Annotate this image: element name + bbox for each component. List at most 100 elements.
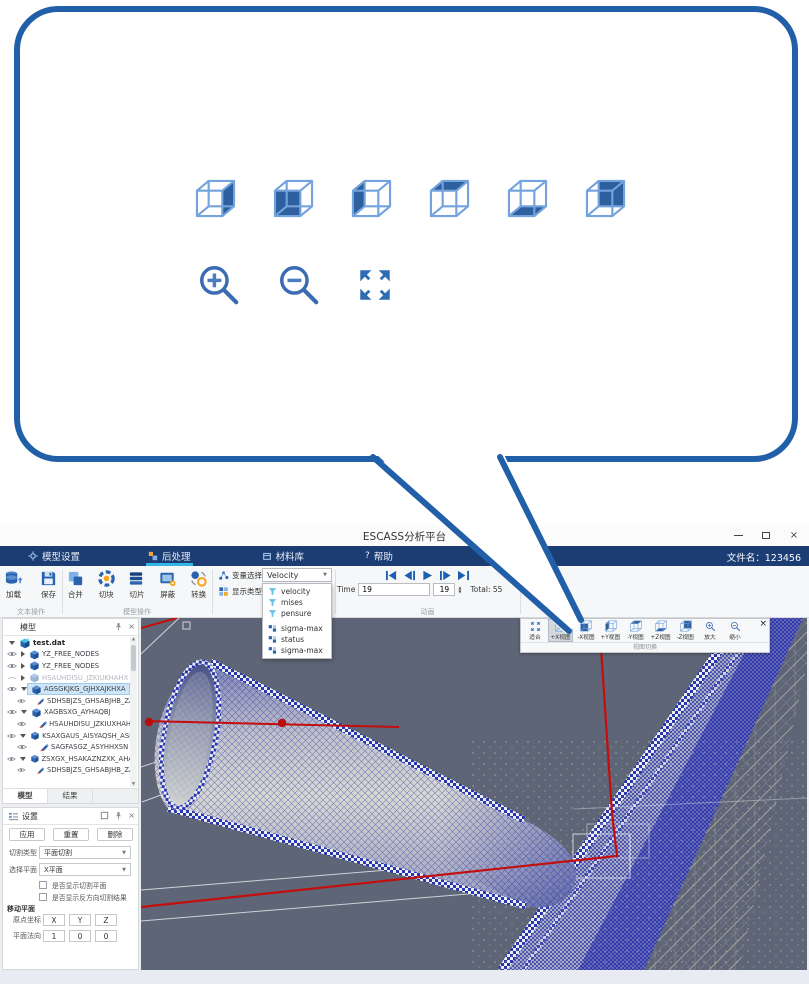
- normal-z-input[interactable]: [95, 930, 117, 942]
- cut-block-button[interactable]: 切块: [93, 569, 120, 600]
- skip-end-button[interactable]: [457, 570, 470, 581]
- expand-arrow-icon[interactable]: [21, 675, 25, 681]
- eye-icon[interactable]: [7, 650, 17, 658]
- close-panel-icon[interactable]: ×: [128, 811, 135, 820]
- callout-cube-icons-row: [192, 178, 629, 219]
- fit-view-button[interactable]: 适合: [523, 619, 548, 642]
- tree-row-child[interactable]: SDHSBJZS_GHSABJHB_ZAHU: [3, 695, 130, 707]
- pin-icon[interactable]: [114, 622, 123, 631]
- tree-row-hidden[interactable]: HSAUHDISU_JZKIUKHAHX: [3, 672, 130, 684]
- dropdown-item-sigma-max-2[interactable]: sigma-max: [263, 645, 331, 656]
- convert-button[interactable]: 转换: [185, 569, 212, 600]
- dropdown-item-pensure[interactable]: pensure: [263, 608, 331, 619]
- mask-button[interactable]: 屏蔽: [154, 569, 181, 600]
- menu-post-processing[interactable]: 后处理: [140, 546, 199, 566]
- eye-icon[interactable]: [17, 720, 26, 728]
- eye-icon[interactable]: [7, 732, 16, 740]
- tree-row[interactable]: XAGBSXG_AYHAQBJ: [3, 707, 130, 719]
- menu-material-library[interactable]: 材料库: [254, 546, 313, 566]
- eye-icon[interactable]: [17, 766, 26, 774]
- origin-x-input[interactable]: [43, 914, 65, 926]
- tree-row[interactable]: KSAXGAUS_AISYAQSH_ASHX: [3, 730, 130, 742]
- normal-x-input[interactable]: [43, 930, 65, 942]
- collapse-arrow-icon[interactable]: [21, 710, 27, 714]
- display-type-button[interactable]: 显示类型: [218, 586, 262, 597]
- cut-type-label: 切割类型: [9, 848, 39, 858]
- tree-row-child[interactable]: HSAUHDISU_JZKIUXHAHX: [3, 718, 130, 730]
- variable-dropdown-select[interactable]: Velocity ▼: [262, 568, 332, 582]
- eye-icon[interactable]: [7, 755, 16, 763]
- view-plus-z-button[interactable]: +Z视图: [648, 619, 673, 642]
- slice-button[interactable]: 切片: [124, 569, 151, 600]
- menu-model-settings[interactable]: 模型设置: [20, 546, 88, 566]
- eye-off-icon[interactable]: [7, 674, 17, 682]
- show-cut-plane-checkbox[interactable]: [39, 881, 47, 889]
- skip-start-button[interactable]: [385, 570, 398, 581]
- merge-button[interactable]: 合并: [62, 569, 89, 600]
- tree-row[interactable]: ZSXGX_HSAKAZNZXK_AHASX: [3, 753, 130, 765]
- result-pen-icon: [36, 765, 45, 775]
- variable-select-button[interactable]: 变量选择: [218, 570, 262, 581]
- close-panel-icon[interactable]: ×: [128, 622, 135, 631]
- tree-scrollbar[interactable]: ▲ ▼: [130, 637, 137, 787]
- tree-row[interactable]: YZ_FREE_NODES: [3, 660, 130, 672]
- apply-button[interactable]: 应用: [9, 828, 45, 841]
- cut-type-select[interactable]: 平面切割▼: [39, 846, 131, 859]
- origin-z-input[interactable]: [95, 914, 117, 926]
- step-back-button[interactable]: [403, 570, 416, 581]
- eye-icon[interactable]: [7, 685, 17, 693]
- load-button[interactable]: 加载: [0, 569, 27, 600]
- menu-help[interactable]: ? 帮助: [357, 546, 401, 566]
- collapse-arrow-icon[interactable]: [20, 757, 26, 761]
- eye-icon[interactable]: [17, 697, 26, 705]
- zoom-out-button[interactable]: 缩小: [723, 619, 748, 642]
- minimize-button[interactable]: [731, 528, 745, 542]
- save-button[interactable]: 保存: [35, 569, 62, 600]
- origin-y-input[interactable]: [69, 914, 91, 926]
- dropdown-item-mises[interactable]: mises: [263, 597, 331, 608]
- tree-row-child[interactable]: SDHSBJZS_GHSABJHB_ZAHU: [3, 765, 130, 777]
- scroll-down-icon[interactable]: ▼: [130, 782, 137, 787]
- frame-stepper-input[interactable]: [433, 583, 455, 596]
- tree-row-selected[interactable]: AGSGKJKG_GJHXAJKHXA: [3, 683, 130, 695]
- view-plus-y-button[interactable]: +Y视图: [598, 619, 623, 642]
- play-button[interactable]: [421, 570, 434, 581]
- expand-arrow-icon[interactable]: [21, 663, 25, 669]
- dropdown-item-status[interactable]: status: [263, 634, 331, 645]
- collapse-arrow-icon[interactable]: [9, 641, 15, 645]
- frame-stepper-arrows[interactable]: ▲▼: [458, 586, 461, 594]
- scroll-up-icon[interactable]: ▲: [130, 637, 137, 642]
- tree-row[interactable]: YZ_FREE_NODES: [3, 649, 130, 661]
- expand-arrow-icon[interactable]: [21, 651, 25, 657]
- show-reverse-cut-checkbox[interactable]: [39, 893, 47, 901]
- zoom-in-button[interactable]: 放大: [698, 619, 723, 642]
- view-minus-x-button[interactable]: -X视图: [573, 619, 598, 642]
- pin-icon[interactable]: [114, 811, 123, 820]
- tree-row-child[interactable]: SAGFASGZ_ASYHHXSN: [3, 741, 130, 753]
- eye-icon[interactable]: [7, 708, 17, 716]
- close-button[interactable]: ×: [787, 528, 801, 542]
- dropdown-item-sigma-max[interactable]: sigma-max: [263, 623, 331, 634]
- collapse-arrow-icon[interactable]: [20, 734, 26, 738]
- eye-icon[interactable]: [7, 662, 17, 670]
- tab-model[interactable]: 模型: [3, 789, 48, 803]
- normal-y-input[interactable]: [69, 930, 91, 942]
- close-toolbar-button[interactable]: ×: [759, 619, 767, 629]
- view-minus-y-button[interactable]: -Y视图: [623, 619, 648, 642]
- viewport-3d[interactable]: 适合 +X视图 -X视图 +Y视图 -Y视图 +Z视图 -Z视图 放大 缩小 ×…: [141, 618, 807, 970]
- tab-results[interactable]: 结果: [48, 789, 93, 803]
- view-plus-x-button[interactable]: +X视图: [548, 619, 573, 642]
- float-panel-icon[interactable]: [100, 811, 109, 820]
- tree-root-row[interactable]: test.dat: [3, 637, 130, 649]
- step-forward-button[interactable]: [439, 570, 452, 581]
- reset-button[interactable]: 重置: [53, 828, 89, 841]
- view-minus-z-button[interactable]: -Z视图: [673, 619, 698, 642]
- collapse-arrow-icon[interactable]: [21, 687, 27, 691]
- time-input[interactable]: [358, 583, 430, 596]
- delete-button[interactable]: 删除: [97, 828, 133, 841]
- dropdown-item-velocity[interactable]: velocity: [263, 586, 331, 597]
- eye-icon[interactable]: [17, 743, 27, 751]
- convert-icon: [189, 569, 208, 588]
- maximize-button[interactable]: [759, 528, 773, 542]
- select-plane-select[interactable]: X平面▼: [39, 863, 131, 876]
